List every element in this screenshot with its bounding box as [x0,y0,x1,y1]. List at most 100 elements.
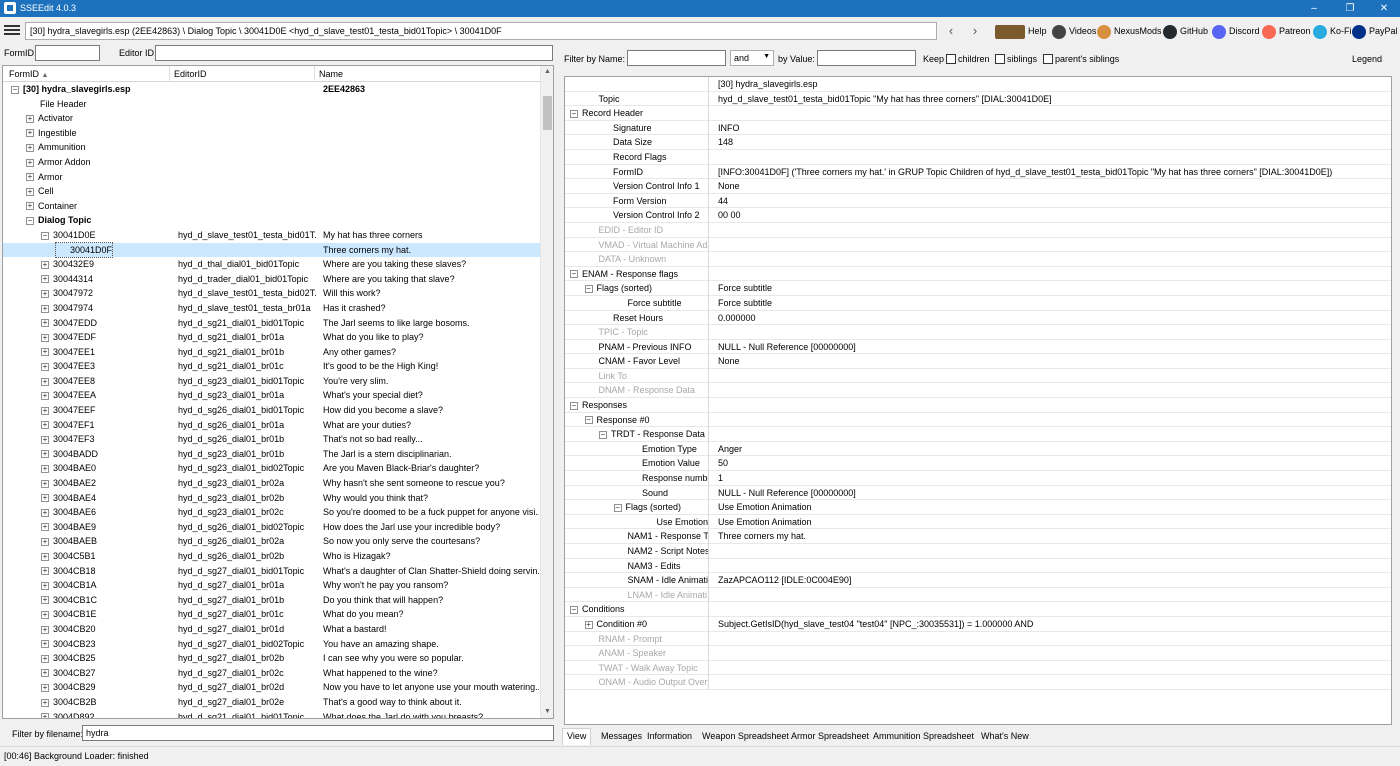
grid-row[interactable]: − Flags (sorted) Force subtitle [565,281,1391,296]
grid-field-value[interactable]: INFO [718,121,1390,136]
grid-field-value[interactable]: 1 [718,471,1390,486]
grid-field-value[interactable]: 44 [718,194,1390,209]
tree-row[interactable]: +30047EDD hyd_d_sg21_dial01_bid01Topic The… [3,316,541,331]
keep-children-checkbox[interactable] [946,54,956,64]
grid-field-value[interactable]: Use Emotion Animation [718,515,1390,530]
grid-row[interactable]: TPIC - Topic [565,325,1391,340]
link-discord[interactable]: Discord [1212,23,1260,39]
collapse-icon[interactable]: − [584,284,593,293]
tree-row[interactable]: + Armor [3,170,541,185]
tree-row[interactable]: +3004BADD hyd_d_sg23_dial01_br01b The Jarl… [3,447,541,462]
grid-row[interactable]: Emotion Value 50 [565,456,1391,472]
tree-row[interactable]: −30041D0E hyd_d_slave_test01_testa_bid01T… [3,228,541,243]
link-videos[interactable]: Videos [1052,23,1096,39]
grid-row[interactable]: − Record Header [565,106,1391,121]
tree-row[interactable]: − [30] hydra_slavegirls.esp 2EE42863 [3,82,541,97]
grid-row[interactable]: Reset Hours 0.000000 [565,310,1391,326]
tree-row[interactable]: +30047EE1 hyd_d_sg21_dial01_br01b Any othe… [3,345,541,360]
grid-field-value[interactable]: Subject.GetIsID(hyd_slave_test04 "test04… [718,617,1390,632]
grid-row[interactable]: Link To [565,368,1391,384]
column-header-name[interactable]: Name [319,69,343,79]
tree-row[interactable]: +3004CB18 hyd_d_sg27_dial01_bid01Topic Wha… [3,564,541,579]
tree-row[interactable]: +30047EE8 hyd_d_sg23_dial01_bid01Topic You… [3,374,541,389]
tab-armor-spreadsheet[interactable]: Armor Spreadsheet [786,728,874,745]
grid-row[interactable]: Form Version 44 [565,193,1391,209]
scroll-down-icon[interactable]: ▼ [541,706,553,718]
link-ko-fi[interactable]: Ko-Fi [1313,23,1352,39]
tree-row[interactable]: +30047EF3 hyd_d_sg26_dial01_br01b That's n… [3,432,541,447]
grid-field-value[interactable]: Three corners my hat. [718,529,1390,544]
tree-row[interactable]: +3004CB27 hyd_d_sg27_dial01_br02c What hap… [3,666,541,681]
expand-icon[interactable]: + [26,187,34,196]
tree-row[interactable]: + Ingestible [3,126,541,141]
grid-field-value[interactable]: Anger [718,442,1390,457]
grid-row[interactable]: + Condition #0 Subject.GetIsID(hyd_slave_t… [565,616,1391,632]
expand-icon[interactable]: + [26,144,34,152]
grid-field-value[interactable]: 148 [718,135,1390,150]
tree-row[interactable]: +3004CB23 hyd_d_sg27_dial01_bid02Topic You… [3,637,541,652]
grid-row[interactable]: TWAT - Walk Away Topic [565,660,1391,676]
link-patreon[interactable]: Patreon [1262,23,1311,39]
tree-row[interactable]: +3004BAE6 hyd_d_sg23_dial01_br02c So you'r… [3,505,541,520]
record-path-field[interactable]: [30] hydra_slavegirls.esp (2EE42863) \ D… [25,22,937,40]
collapse-icon[interactable]: − [613,503,622,512]
tree-row[interactable]: +3004CB1A hyd_d_sg27_dial01_br01a Why won'… [3,578,541,593]
grid-row[interactable]: EDID - Editor ID [565,222,1391,238]
grid-row[interactable]: ANAM - Speaker [565,646,1391,661]
expand-icon[interactable]: + [41,465,49,474]
record-details-grid[interactable]: [30] hydra_slavegirls.esp Topic hyd_d_sla… [564,76,1392,725]
tab-what-s-new[interactable]: What's New [976,728,1034,745]
grid-row[interactable]: NAM1 - Response Text Three corners my ha… [565,529,1391,544]
tree-row[interactable]: +3004BAE9 hyd_d_sg26_dial01_bid02Topic How… [3,520,541,535]
grid-row[interactable]: NAM2 - Script Notes [565,544,1391,559]
expand-icon[interactable]: + [26,114,34,123]
keep-parents-siblings-checkbox[interactable] [1043,54,1053,64]
grid-row[interactable]: Response number 1 [565,471,1391,486]
expand-icon[interactable]: + [26,173,34,182]
expand-icon[interactable]: + [41,421,49,430]
link-github[interactable]: GitHub [1163,23,1208,39]
tree-row[interactable]: + Armor Addon [3,155,541,170]
keep-siblings-checkbox[interactable] [995,54,1005,64]
formid-input[interactable] [35,45,100,61]
tree-row[interactable]: +30047EDF hyd_d_sg21_dial01_br01a What do … [3,330,541,345]
tree-row[interactable]: +30047EEF hyd_d_sg26_dial01_bid01Topic How… [3,403,541,418]
grid-field-value[interactable]: None [718,179,1390,194]
expand-icon[interactable]: + [41,538,49,547]
collapse-icon[interactable]: − [570,606,578,614]
collapse-icon[interactable]: − [11,85,19,94]
grid-row[interactable]: LNAM - Idle Animati... [565,587,1391,603]
tab-view[interactable]: View [562,728,592,745]
expand-icon[interactable]: + [41,260,49,269]
grid-field-value[interactable]: NULL - Null Reference [00000000] [718,340,1390,355]
expand-icon[interactable]: + [41,625,49,634]
grid-row[interactable]: Record Flags [565,149,1391,165]
column-header-editorid[interactable]: EditorID [174,69,207,79]
tree-row[interactable]: +3004CB29 hyd_d_sg27_dial01_br02d Now you … [3,680,541,695]
expand-icon[interactable]: + [41,552,49,561]
grid-field-value[interactable]: hyd_d_slave_test01_testa_bid01Topic "My … [718,92,1390,107]
link-help[interactable]: Help [995,23,1047,39]
filter-by-name-input[interactable] [627,50,726,66]
expand-icon[interactable]: + [41,289,49,298]
expand-icon[interactable]: + [41,494,49,503]
filter-by-value-input[interactable] [817,50,916,66]
expand-icon[interactable]: + [41,333,49,342]
tree-row[interactable]: + Activator [3,111,541,126]
grid-row[interactable]: DATA - Unknown [565,252,1391,267]
collapse-icon[interactable]: − [41,231,49,240]
collapse-icon[interactable]: − [570,109,578,118]
expand-icon[interactable]: + [41,406,49,415]
grid-row[interactable]: Topic hyd_d_slave_test01_testa_bid01Topic… [565,91,1391,107]
expand-icon[interactable]: + [26,129,34,138]
expand-icon[interactable]: + [584,620,593,629]
expand-icon[interactable]: + [41,640,49,649]
tree-row[interactable]: +3004CB2B hyd_d_sg27_dial01_br02e That's a… [3,695,541,710]
tree-row[interactable]: + Ammunition [3,140,541,155]
tree-row[interactable]: +3004BAEB hyd_d_sg26_dial01_br02a So now y… [3,534,541,549]
hamburger-menu-icon[interactable] [4,23,20,37]
grid-row[interactable]: CNAM - Favor Level None [565,354,1391,369]
grid-row[interactable]: PNAM - Previous INFO NULL - Null Referenc… [565,339,1391,355]
expand-icon[interactable]: + [41,523,49,532]
grid-row[interactable]: − Conditions [565,602,1391,617]
